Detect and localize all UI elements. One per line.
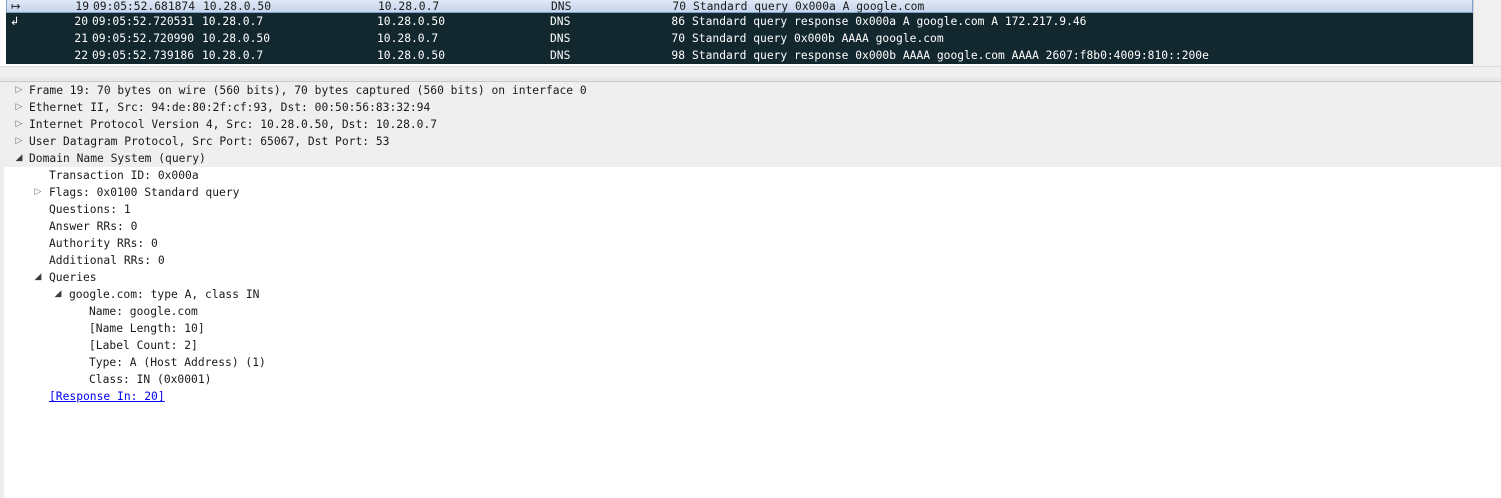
packet-details-pane: ▷ Frame 19: 70 bytes on wire (560 bits),… [0,82,1501,498]
tree-item-frame[interactable]: ▷ Frame 19: 70 bytes on wire (560 bits),… [4,82,1501,99]
packet-info: Standard query 0x000b AAAA google.com [692,32,944,45]
packet-row-21[interactable]: 21 09:05:52.720990 10.28.0.50 10.28.0.7 … [6,30,1473,47]
triangle-right-icon[interactable]: ▷ [33,184,43,201]
packet-row-20[interactable]: ↲ 20 09:05:52.720531 10.28.0.7 10.28.0.5… [6,13,1473,30]
tree-item-label: Name: google.com [89,305,198,318]
tree-item-queries[interactable]: ◢ Queries [4,269,1501,286]
packet-info: Standard query response 0x000b AAAA goog… [692,49,1209,62]
tree-item-label: Answer RRs: 0 [49,220,138,233]
tree-item-label: Transaction ID: 0x000a [49,169,199,182]
tree-item-label: Questions: 1 [49,203,131,216]
tree-item-class[interactable]: Class: IN (0x0001) [4,371,1501,388]
tree-item-name-length[interactable]: [Name Length: 10] [4,320,1501,337]
triangle-right-icon[interactable]: ▷ [14,99,24,116]
tree-item-label: Queries [49,271,97,284]
packet-list-vertical-scrollbar[interactable] [1473,0,1501,66]
tree-item-label: Additional RRs: 0 [49,254,165,267]
tree-item-label: Domain Name System (query) [29,152,206,165]
tree-item-label: User Datagram Protocol, Src Port: 65067,… [29,135,390,148]
tree-item-query-google[interactable]: ◢ google.com: type A, class IN [4,286,1501,303]
tree-item-label: Authority RRs: 0 [49,237,158,250]
triangle-down-icon[interactable]: ◢ [33,269,43,286]
tree-item-name[interactable]: Name: google.com [4,303,1501,320]
tree-item-label: [Name Length: 10] [89,322,205,335]
tree-item-response-in[interactable]: [Response In: 20] [4,388,1501,405]
triangle-right-icon[interactable]: ▷ [14,133,24,150]
packet-info: Standard query response 0x000a A google.… [692,15,1087,28]
tree-item-authority-rrs[interactable]: Authority RRs: 0 [4,235,1501,252]
triangle-down-icon[interactable]: ◢ [14,150,24,167]
triangle-right-icon[interactable]: ▷ [14,116,24,133]
tree-item-label: Internet Protocol Version 4, Src: 10.28.… [29,118,438,131]
tree-item-label: Flags: 0x0100 Standard query [49,186,240,199]
tree-item-label: google.com: type A, class IN [69,288,260,301]
tree-item-questions[interactable]: Questions: 1 [4,201,1501,218]
packet-info: Standard query 0x000a A google.com [693,0,925,13]
packet-length: 86 [671,15,685,28]
triangle-down-icon[interactable]: ◢ [53,286,63,303]
tree-item-transaction-id[interactable]: Transaction ID: 0x000a [4,167,1501,184]
tree-item-type[interactable]: Type: A (Host Address) (1) [4,354,1501,371]
tree-item-label: Frame 19: 70 bytes on wire (560 bits), 7… [29,84,587,97]
tree-item-ipv4[interactable]: ▷ Internet Protocol Version 4, Src: 10.2… [4,116,1501,133]
tree-item-label: Ethernet II, Src: 94:de:80:2f:cf:93, Dst… [29,101,431,114]
packet-row-22[interactable]: 22 09:05:52.739186 10.28.0.7 10.28.0.50 … [6,47,1473,64]
packet-row-19[interactable]: ↦ 19 09:05:52.681874 10.28.0.50 10.28.0.… [6,0,1473,13]
response-in-link[interactable]: [Response In: 20] [49,388,165,405]
tree-item-dns[interactable]: ◢ Domain Name System (query) [4,150,1501,167]
packet-list-horizontal-scrollbar[interactable] [0,66,1501,77]
tree-item-additional-rrs[interactable]: Additional RRs: 0 [4,252,1501,269]
tree-item-flags[interactable]: ▷ Flags: 0x0100 Standard query [4,184,1501,201]
packet-list-rows: ↦ 19 09:05:52.681874 10.28.0.50 10.28.0.… [6,0,1473,66]
packet-length: 70 [671,32,685,45]
packet-length: 70 [672,0,686,13]
tree-item-label: Type: A (Host Address) (1) [89,356,266,369]
tree-item-label: Class: IN (0x0001) [89,373,212,386]
tree-item-ethernet[interactable]: ▷ Ethernet II, Src: 94:de:80:2f:cf:93, D… [4,99,1501,116]
tree-item-answer-rrs[interactable]: Answer RRs: 0 [4,218,1501,235]
tree-item-label-count[interactable]: [Label Count: 2] [4,337,1501,354]
tree-item-udp[interactable]: ▷ User Datagram Protocol, Src Port: 6506… [4,133,1501,150]
triangle-right-icon[interactable]: ▷ [14,82,24,99]
tree-item-label: [Label Count: 2] [89,339,198,352]
packet-length: 98 [671,49,685,62]
packet-list-pane: ↦ 19 09:05:52.681874 10.28.0.50 10.28.0.… [0,0,1501,66]
